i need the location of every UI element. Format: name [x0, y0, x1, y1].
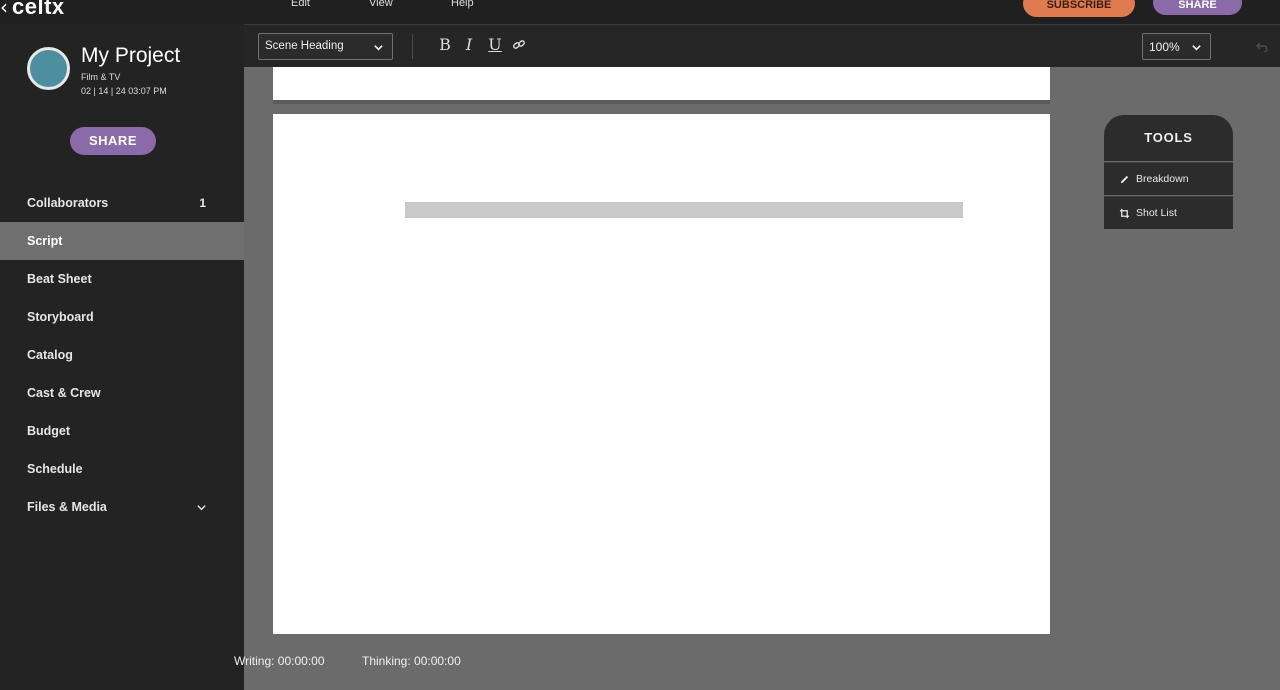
sidebar-item-label: Catalog	[27, 348, 73, 362]
tools-panel-title: TOOLS	[1104, 115, 1233, 161]
share-button-top[interactable]: SHARE	[1153, 0, 1242, 15]
sidebar-item-budget[interactable]: Budget	[0, 412, 244, 450]
link-icon[interactable]	[512, 38, 526, 52]
top-bar: ‹ celtx Edit View Help SUBSCRIBE SHARE	[0, 0, 1280, 24]
script-page-previous[interactable]	[273, 67, 1050, 104]
project-title: My Project	[81, 44, 181, 67]
sidebar-item-label: Files & Media	[27, 500, 107, 514]
writing-timer: Writing: 00:00:00	[234, 654, 325, 668]
scene-heading-placeholder[interactable]	[405, 202, 963, 218]
brand-name: celtx	[12, 0, 65, 19]
italic-button[interactable]: I	[460, 35, 478, 55]
script-page[interactable]	[273, 114, 1050, 634]
zoom-select[interactable]: 100%	[1142, 33, 1211, 60]
subscribe-button[interactable]: SUBSCRIBE	[1023, 0, 1135, 17]
zoom-value: 100%	[1149, 40, 1180, 54]
project-type: Film & TV	[81, 72, 121, 82]
brand-logo[interactable]: ‹ celtx	[0, 0, 65, 20]
sidebar-item-catalog[interactable]: Catalog	[0, 336, 244, 374]
sidebar: My Project Film & TV 02 | 14 | 24 03:07 …	[0, 24, 244, 690]
tools-panel: TOOLS Breakdown Shot List	[1104, 115, 1233, 230]
crop-frame-icon	[1119, 208, 1130, 219]
tool-breakdown[interactable]: Breakdown	[1104, 162, 1233, 195]
sidebar-item-label: Storyboard	[27, 310, 94, 324]
toolbar-divider	[412, 34, 413, 59]
project-avatar[interactable]	[27, 47, 70, 90]
sidebar-item-label: Cast & Crew	[27, 386, 101, 400]
pencil-icon	[1120, 175, 1129, 184]
back-chevron-icon[interactable]: ‹	[0, 0, 8, 17]
share-button-sidebar[interactable]: SHARE	[70, 127, 156, 155]
collaborators-count: 1	[199, 196, 206, 210]
chevron-down-icon	[1192, 45, 1201, 51]
sidebar-item-storyboard[interactable]: Storyboard	[0, 298, 244, 336]
menu-edit[interactable]: Edit	[291, 0, 310, 9]
sidebar-nav: Collaborators 1 Script Beat Sheet Storyb…	[0, 184, 244, 526]
element-format-select[interactable]: Scene Heading	[258, 33, 393, 60]
sidebar-item-beat-sheet[interactable]: Beat Sheet	[0, 260, 244, 298]
sidebar-item-files-media[interactable]: Files & Media	[0, 488, 244, 526]
editor-toolbar: Scene Heading B I U 100%	[244, 24, 1280, 67]
sidebar-item-collaborators[interactable]: Collaborators 1	[0, 184, 244, 222]
menu-help[interactable]: Help	[451, 0, 474, 9]
sidebar-item-label: Beat Sheet	[27, 272, 92, 286]
thinking-timer: Thinking: 00:00:00	[362, 654, 461, 668]
underline-button[interactable]: U	[486, 35, 504, 55]
sidebar-item-label: Budget	[27, 424, 71, 438]
sidebar-item-label: Collaborators	[27, 196, 109, 210]
sidebar-item-label: Schedule	[27, 462, 83, 476]
tool-label: Breakdown	[1136, 173, 1189, 185]
sidebar-item-script[interactable]: Script	[0, 222, 244, 260]
menu-view[interactable]: View	[369, 0, 393, 9]
element-format-value: Scene Heading	[265, 40, 344, 52]
tool-label: Shot List	[1136, 207, 1177, 219]
chevron-down-icon[interactable]	[196, 502, 207, 513]
bold-button[interactable]: B	[436, 35, 454, 55]
sidebar-item-cast-crew[interactable]: Cast & Crew	[0, 374, 244, 412]
tool-shot-list[interactable]: Shot List	[1104, 196, 1233, 229]
undo-icon[interactable]	[1256, 40, 1268, 52]
sidebar-item-schedule[interactable]: Schedule	[0, 450, 244, 488]
chevron-down-icon	[374, 45, 383, 51]
sidebar-item-label: Script	[27, 234, 63, 248]
project-date: 02 | 14 | 24 03:07 PM	[81, 86, 167, 96]
